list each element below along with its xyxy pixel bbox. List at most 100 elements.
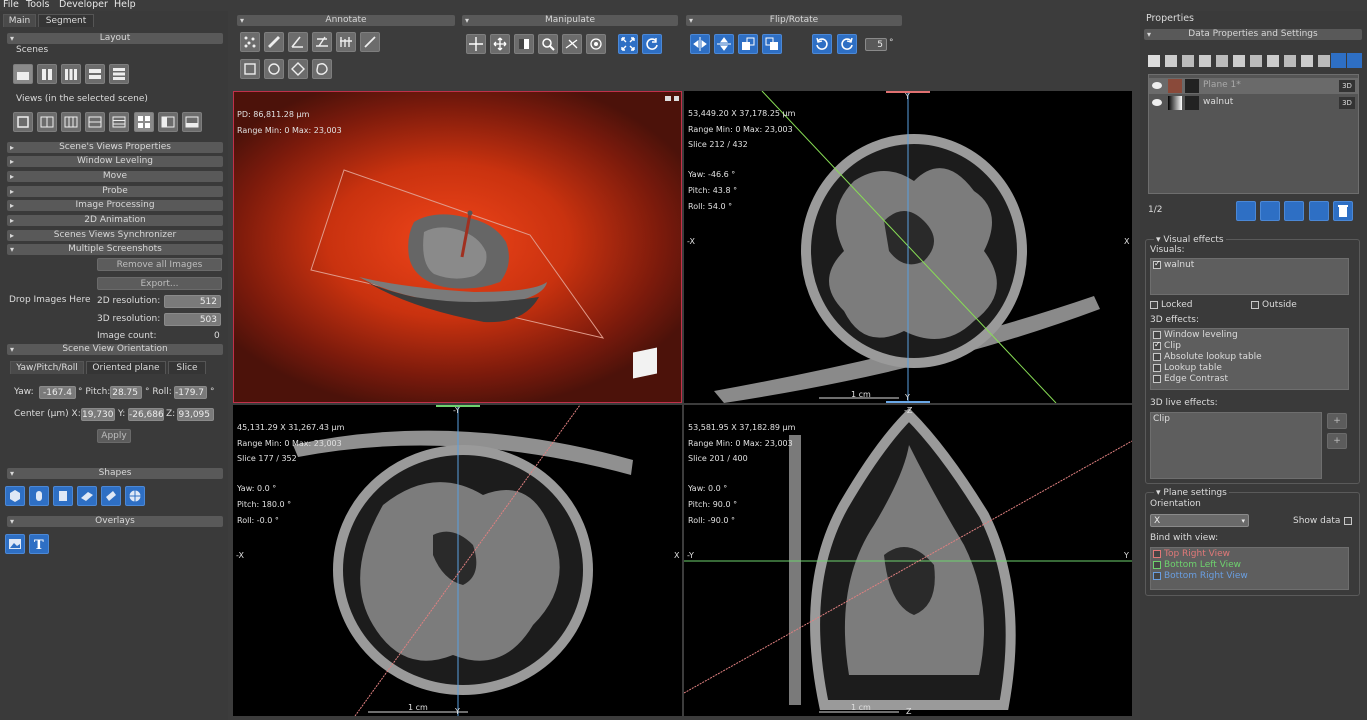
tab-segment[interactable]: Segment bbox=[38, 14, 94, 27]
scene-layout-grid-button[interactable] bbox=[109, 64, 129, 84]
locked-checkbox[interactable]: Locked bbox=[1150, 300, 1192, 310]
tracker-icon[interactable] bbox=[336, 32, 356, 52]
view-layout-3rows-button[interactable] bbox=[109, 112, 129, 132]
maximize-icon[interactable] bbox=[674, 96, 679, 101]
filter-volumes-icon[interactable] bbox=[1182, 55, 1194, 67]
cylinder-shape-icon[interactable] bbox=[29, 486, 49, 506]
scene-layout-3-button[interactable] bbox=[61, 64, 81, 84]
top-left-3d-view[interactable]: PD: 86,811.28 µm Range Min: 0 Max: 23,00… bbox=[233, 91, 682, 403]
tab-oriented-plane[interactable]: Oriented plane bbox=[86, 361, 166, 374]
lut-swatch[interactable] bbox=[1168, 96, 1182, 110]
bottom-right-slice-view[interactable]: 53,581.95 X 37,182.89 µm Range Min: 0 Ma… bbox=[684, 405, 1132, 716]
flip-rotate-group[interactable]: Flip/Rotate bbox=[686, 15, 902, 26]
rotate-ccw-icon[interactable] bbox=[812, 34, 832, 54]
effect-window-leveling[interactable]: Window leveling bbox=[1153, 330, 1238, 340]
cube-shape-icon[interactable] bbox=[5, 486, 25, 506]
bind-top-right[interactable]: Top Right View bbox=[1153, 549, 1230, 559]
section-window-leveling[interactable]: Window Leveling bbox=[7, 156, 223, 167]
res2d-field[interactable]: 512 bbox=[164, 295, 221, 308]
visibility-eye-icon[interactable] bbox=[1152, 99, 1162, 106]
duplicate-data-icon[interactable] bbox=[1260, 201, 1280, 221]
section-image-processing[interactable]: Image Processing bbox=[7, 200, 223, 211]
center-y-field[interactable]: -26,686 bbox=[128, 408, 164, 421]
layer-name[interactable]: Plane 1* bbox=[1203, 80, 1241, 90]
view-layout-rows-button[interactable] bbox=[85, 112, 105, 132]
section-scene-view-orientation[interactable]: Scene View Orientation bbox=[7, 344, 223, 355]
bind-bottom-right[interactable]: Bottom Right View bbox=[1153, 571, 1248, 581]
data-row-walnut[interactable]: walnut 3D bbox=[1149, 95, 1358, 111]
section-overlays[interactable]: Overlays bbox=[7, 516, 223, 527]
menu-help[interactable]: Help bbox=[114, 0, 136, 10]
cobb-angle-icon[interactable] bbox=[312, 32, 332, 52]
menu-file[interactable]: File bbox=[3, 0, 19, 10]
effect-lookup-table[interactable]: Lookup table bbox=[1153, 363, 1222, 373]
center-x-field[interactable]: 19,730 bbox=[81, 408, 115, 421]
window-level-icon[interactable] bbox=[514, 34, 534, 54]
orientation-select[interactable]: X ▾ bbox=[1150, 514, 1249, 527]
roll-field[interactable]: -179.7 bbox=[174, 386, 207, 399]
line-icon[interactable] bbox=[360, 32, 380, 52]
layer-name[interactable]: walnut bbox=[1203, 97, 1233, 107]
eye-toggle-icon[interactable] bbox=[1347, 53, 1362, 68]
filter-images-icon[interactable] bbox=[1165, 55, 1177, 67]
zoom-icon[interactable] bbox=[538, 34, 558, 54]
add-live-effect-button[interactable]: + bbox=[1327, 413, 1347, 429]
outside-checkbox[interactable]: Outside bbox=[1251, 300, 1297, 310]
menu-tools[interactable]: Tools bbox=[26, 0, 49, 10]
section-data-properties[interactable]: Data Properties and Settings bbox=[1144, 29, 1362, 40]
crosshair-icon[interactable] bbox=[466, 34, 486, 54]
rotate-left-90-icon[interactable] bbox=[738, 34, 758, 54]
camera-icon[interactable] bbox=[665, 96, 671, 101]
bottom-left-slice-view[interactable]: 45,131.29 X 31,267.43 µm Range Min: 0 Ma… bbox=[233, 405, 682, 716]
rectangle-roi-icon[interactable] bbox=[240, 59, 260, 79]
pitch-field[interactable]: 28.75 bbox=[110, 386, 142, 399]
tab-slice[interactable]: Slice bbox=[168, 361, 206, 374]
section-scenes-views-synchronizer[interactable]: Scenes Views Synchronizer bbox=[7, 230, 223, 241]
delete-data-icon[interactable] bbox=[1333, 201, 1353, 221]
manipulate-group[interactable]: Manipulate bbox=[462, 15, 678, 26]
save-data-icon[interactable] bbox=[1309, 201, 1329, 221]
ellipse-roi-icon[interactable] bbox=[264, 59, 284, 79]
section-move[interactable]: Move bbox=[7, 171, 223, 182]
section-probe[interactable]: Probe bbox=[7, 186, 223, 197]
rotate-right-90-icon[interactable] bbox=[762, 34, 782, 54]
visibility-eye-icon[interactable] bbox=[1152, 82, 1162, 89]
reset-view-icon[interactable] bbox=[642, 34, 662, 54]
angle-icon[interactable] bbox=[288, 32, 308, 52]
filter-grids-icon[interactable] bbox=[1199, 55, 1211, 67]
tube-shape-icon[interactable] bbox=[53, 486, 73, 506]
box-cut-shape-icon[interactable] bbox=[101, 486, 121, 506]
filter-lights-icon[interactable] bbox=[1301, 55, 1313, 67]
live-effect-item[interactable]: Clip bbox=[1153, 414, 1170, 424]
view-layout-side-button[interactable] bbox=[158, 112, 178, 132]
scene-layout-2-button[interactable] bbox=[37, 64, 57, 84]
image-overlay-icon[interactable] bbox=[5, 534, 25, 554]
effect-clip[interactable]: Clip bbox=[1153, 340, 1181, 351]
filter-all-button[interactable] bbox=[1331, 53, 1346, 68]
orientation-cube-icon[interactable] bbox=[633, 347, 657, 379]
filter-annotations-icon[interactable] bbox=[1267, 55, 1279, 67]
layer-3d-badge[interactable]: 3D bbox=[1339, 80, 1355, 92]
export-data-icon[interactable] bbox=[1284, 201, 1304, 221]
res3d-field[interactable]: 503 bbox=[164, 313, 221, 326]
rotate-3d-icon[interactable] bbox=[586, 34, 606, 54]
tab-main[interactable]: Main bbox=[3, 14, 36, 27]
rotate-cw-icon[interactable] bbox=[837, 34, 857, 54]
menu-developer[interactable]: Developer bbox=[59, 0, 108, 10]
polygon-roi-icon[interactable] bbox=[288, 59, 308, 79]
scene-layout-1-button[interactable] bbox=[13, 64, 33, 84]
group-data-icon[interactable] bbox=[1236, 201, 1256, 221]
rotate-step-field[interactable]: 5 bbox=[865, 38, 887, 51]
filter-shapes-icon[interactable] bbox=[1233, 55, 1245, 67]
data-row-plane[interactable]: Plane 1* 3D bbox=[1149, 78, 1358, 94]
effect-absolute-lut[interactable]: Absolute lookup table bbox=[1153, 352, 1262, 362]
view-layout-1-button[interactable] bbox=[13, 112, 33, 132]
center-z-field[interactable]: 93,095 bbox=[177, 408, 214, 421]
visual-item-checkbox[interactable] bbox=[1153, 259, 1161, 269]
sphere-shape-icon[interactable] bbox=[125, 486, 145, 506]
flip-horizontal-icon[interactable] bbox=[690, 34, 710, 54]
apply-button[interactable]: Apply bbox=[97, 429, 131, 443]
ruler-icon[interactable] bbox=[264, 32, 284, 52]
filter-planes-icon[interactable] bbox=[1250, 55, 1262, 67]
section-layout[interactable]: Layout bbox=[7, 33, 223, 44]
